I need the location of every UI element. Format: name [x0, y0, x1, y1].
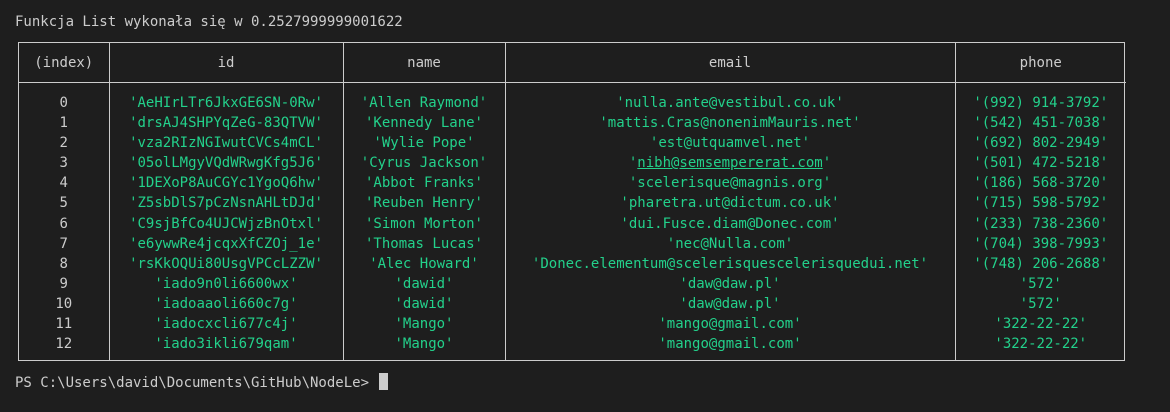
- table-cell-id: 'iadoaaoli660c7g': [154, 295, 298, 312]
- terminal-prompt[interactable]: PS C:\Users\david\Documents\GitHub\NodeL…: [15, 373, 389, 393]
- table-cell-id: 'C9sjBfCo4UJCWjzBnOtxl': [129, 215, 323, 232]
- table-cell-phone: '(542) 451-7038': [973, 115, 1109, 132]
- table-cell-id: 'Z5sbDlS7pCzNsnAHLtDJd': [129, 195, 323, 212]
- email-link[interactable]: 'nibh@semsempererat.com': [506, 153, 955, 173]
- name-column: 'Allen Raymond' 'Kennedy Lane' 'Wylie Pope…: [342, 82, 505, 360]
- table-cell-index: 4: [59, 175, 68, 192]
- table-cell-phone: '572': [1019, 295, 1062, 312]
- table-cell-id: '05olLMgyVQdWRwgKfg5J6': [129, 155, 323, 172]
- table-cell-index: 0: [59, 95, 68, 111]
- text-cursor: [379, 373, 389, 390]
- table-cell-phone: '(715) 598-5792': [973, 195, 1109, 212]
- table-cell-phone: '(233) 738-2360': [973, 215, 1109, 232]
- prompt-text: PS C:\Users\david\Documents\GitHub\NodeL…: [15, 375, 378, 391]
- table-cell-id: 'drsAJ4SHPYqZeG-83QTVW': [129, 115, 323, 132]
- table-cell-index: 1: [59, 115, 68, 132]
- table-cell-email: 'mango@gmail.com': [658, 316, 802, 333]
- table-cell-name: 'Kennedy Lane': [364, 115, 483, 132]
- output-header: Funkcja List wykonała się w 0.2527999999…: [15, 14, 403, 30]
- table-cell-phone: '(748) 206-2688': [973, 255, 1109, 272]
- table-cell-id: 'rsKkOQUi80UsgVPCcLZZW': [129, 255, 323, 272]
- id-column: 'AeHIrLTr6JkxGE6SN-0Rw' 'drsAJ4SHPYqZeG-8…: [108, 82, 343, 360]
- table-cell-name: 'Cyrus Jackson': [360, 155, 488, 172]
- table-cell-name: 'Simon Morton': [364, 215, 483, 232]
- column-header-phone: phone: [954, 43, 1126, 83]
- console-table: (index) id name email phone 0 1 2 3 4 5 6 7 8 9 10…: [18, 42, 1126, 361]
- table-cell-phone: '572': [1019, 275, 1062, 292]
- table-cell-index: 2: [59, 135, 68, 152]
- table-cell-name: 'dawid': [394, 295, 454, 312]
- column-header-index: (index): [19, 43, 109, 83]
- table-cell-phone: '(704) 398-7993': [973, 235, 1109, 252]
- table-cell-id: 'vza2RIzNGIwutCVCs4mCL': [129, 135, 323, 152]
- table-cell-name: 'Abbot Franks': [364, 175, 483, 192]
- table-cell-name: 'Alec Howard': [369, 255, 479, 272]
- index-column: 0 1 2 3 4 5 6 7 8 9 10 11 12: [19, 83, 109, 361]
- table-cell-index: 9: [59, 275, 68, 292]
- table-cell-phone: '(186) 568-3720': [973, 175, 1109, 192]
- table-cell-index: 3: [59, 155, 68, 172]
- table-cell-name: 'Mango': [394, 336, 454, 353]
- table-cell-email: 'mattis.Cras@nonenimMauris.net': [599, 115, 861, 132]
- table-cell-email: 'Donec.elementum@scelerisquescelerisqued…: [531, 255, 929, 272]
- column-header-name: name: [342, 43, 505, 83]
- table-cell-id: 'iadocxcli677c4j': [154, 316, 298, 333]
- table-cell-id: '1DEXoP8AuCGYc1YgoQ6hw': [129, 175, 323, 192]
- table-cell-name: 'Thomas Lucas': [364, 235, 483, 252]
- table-cell-id: 'iado3ikli679qam': [154, 336, 298, 353]
- table-body: 0 1 2 3 4 5 6 7 8 9 10 11 12 'AeHIrLTr6JkxGE6SN-0Rw'…: [19, 82, 1126, 361]
- table-cell-phone: '322-22-22': [994, 336, 1088, 353]
- table-cell-email: 'est@utquamvel.net': [649, 135, 811, 152]
- table-header-row: (index) id name email phone: [19, 43, 1126, 83]
- table-cell-id: 'e6ywwRe4jcqxXfCZOj_1e': [129, 235, 323, 252]
- table-cell-index: 7: [59, 235, 68, 252]
- table-cell-email: 'pharetra.ut@dictum.co.uk': [620, 195, 840, 212]
- column-header-id: id: [108, 43, 343, 83]
- table-cell-index: 12: [55, 336, 73, 353]
- table-cell-index: 5: [59, 195, 68, 212]
- table-cell-phone: '(692) 802-2949': [973, 135, 1109, 152]
- table-cell-email: 'mango@gmail.com': [658, 336, 802, 353]
- table-cell-name: 'Mango': [394, 316, 454, 333]
- table-cell-phone: '(501) 472-5218': [973, 155, 1109, 172]
- table-cell-email: 'daw@daw.pl': [679, 275, 781, 292]
- table-cell-phone: '322-22-22': [994, 316, 1088, 333]
- table-cell-name: 'dawid': [394, 275, 454, 292]
- table-cell-email: 'dui.Fusce.diam@Donec.com': [620, 215, 840, 232]
- table-cell-phone: '(992) 914-3792': [973, 95, 1109, 111]
- phone-column: '(992) 914-3792' '(542) 451-7038' '(692) 8…: [954, 82, 1126, 360]
- table-cell-name: 'Reuben Henry': [364, 195, 483, 212]
- table-cell-index: 8: [59, 255, 68, 272]
- table-cell-name: 'Wylie Pope': [373, 135, 475, 152]
- table-cell-email: 'daw@daw.pl': [679, 295, 781, 312]
- column-header-email: email: [504, 43, 955, 83]
- table-cell-email: 'nulla.ante@vestibul.co.uk': [616, 95, 844, 111]
- table-cell-index: 6: [59, 215, 68, 232]
- table-cell-index: 10: [55, 295, 73, 312]
- table-cell-email: 'scelerisque@magnis.org': [628, 175, 832, 192]
- table-cell-index: 11: [55, 316, 73, 333]
- table-cell-id: 'iado9n0li6600wx': [154, 275, 298, 292]
- table-cell-email: 'nec@Nulla.com': [666, 235, 794, 252]
- terminal-window[interactable]: { "header": { "text": "Funkcja List wyko…: [0, 0, 1170, 412]
- table-cell-id: 'AeHIrLTr6JkxGE6SN-0Rw': [129, 95, 323, 111]
- table-cell-name: 'Allen Raymond': [360, 95, 488, 111]
- email-column: 'nulla.ante@vestibul.co.uk' 'mattis.Cras@…: [504, 82, 955, 360]
